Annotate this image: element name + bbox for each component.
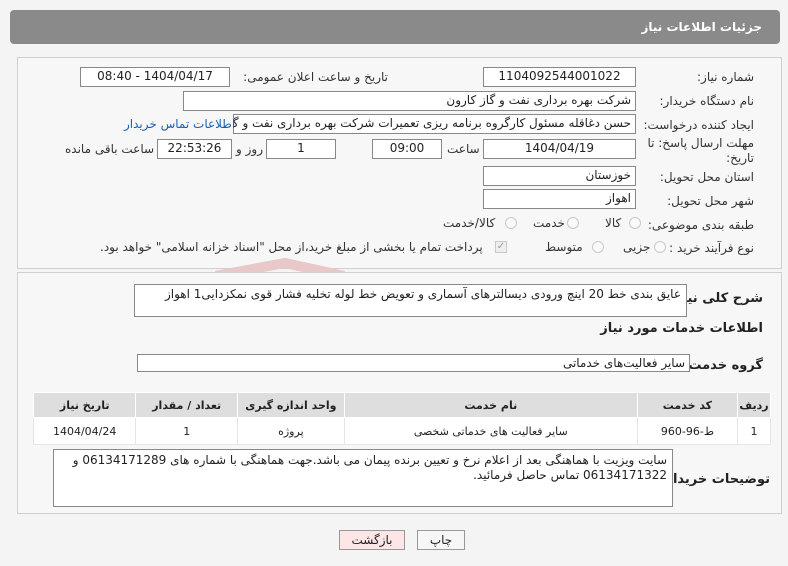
deadline-date-label: تاریخ:	[726, 151, 754, 165]
treasury-payment-checkbox[interactable]: ✓	[495, 241, 507, 253]
col-header-quantity: تعداد / مقدار	[135, 392, 239, 418]
buyer-contact-link[interactable]: اطلاعات تماس خریدار	[124, 117, 235, 131]
buyer-org-field: شرکت بهره برداری نفت و گاز کارون	[183, 91, 636, 111]
cell-row-number: 1	[737, 417, 771, 445]
col-header-unit: واحد اندازه گیری	[237, 392, 345, 418]
category-radio-service[interactable]	[567, 217, 579, 229]
process-radio-medium[interactable]	[592, 241, 604, 253]
need-info-panel	[17, 57, 782, 269]
days-remaining-field: 1	[266, 139, 336, 159]
page-title: جزئیات اطلاعات نیاز	[641, 20, 762, 34]
service-group-label: گروه خدمت:	[683, 358, 763, 373]
need-number-label: شماره نیاز:	[697, 70, 754, 84]
services-section-title: اطلاعات خدمات مورد نیاز	[600, 321, 763, 336]
col-header-need-date: تاریخ نیاز	[32, 392, 137, 418]
need-summary-field: عایق بندی خط 20 اینچ ورودی دیسالترهای آس…	[134, 284, 687, 317]
process-type-label: نوع فرآیند خرید :	[669, 241, 754, 255]
category-option-goods: کالا	[605, 216, 622, 230]
col-header-service-code: کد خدمت	[636, 392, 739, 418]
days-label: روز و	[236, 142, 263, 156]
cell-quantity: 1	[135, 417, 239, 445]
print-button[interactable]: چاپ	[417, 530, 465, 550]
category-option-service: خدمت	[533, 216, 565, 230]
remaining-time-field: 22:53:26	[157, 139, 232, 159]
city-label: شهر محل تحویل:	[667, 194, 754, 208]
table-row: 1 ط-96-960 سایر فعالیت های خدماتی شخصی پ…	[32, 417, 771, 445]
back-button[interactable]: بازگشت	[339, 530, 405, 550]
process-option-minor: جزیی	[623, 240, 651, 254]
city-field: اهواز	[483, 189, 636, 209]
category-radio-goods-service[interactable]	[505, 217, 517, 229]
deadline-label: مهلت ارسال پاسخ: تا	[647, 136, 754, 150]
page-header: جزئیات اطلاعات نیاز	[10, 10, 780, 44]
buyer-notes-label: توضیحات خریدار:	[660, 472, 770, 487]
buyer-notes-field: سایت ویزیت با هماهنگی بعد از اعلام نرخ و…	[53, 449, 673, 507]
category-radio-goods[interactable]	[629, 217, 641, 229]
services-table: ردیف کد خدمت نام خدمت واحد اندازه گیری ت…	[32, 392, 771, 445]
process-option-medium: متوسط	[545, 240, 583, 254]
cell-need-date: 1404/04/24	[32, 417, 137, 445]
cell-service-code: ط-96-960	[636, 417, 739, 445]
cell-unit: پروژه	[237, 417, 345, 445]
col-header-service-name: نام خدمت	[343, 392, 638, 418]
need-number-field: 1104092544001022	[483, 67, 636, 87]
province-field: خوزستان	[483, 166, 636, 186]
buyer-org-label: نام دستگاه خریدار:	[659, 94, 755, 108]
service-group-field: سایر فعالیت‌های خدماتی	[137, 354, 690, 372]
deadline-time-field: 09:00	[372, 139, 442, 159]
col-header-row-number: ردیف	[737, 392, 771, 418]
process-radio-minor[interactable]	[654, 241, 666, 253]
category-option-goods-service: کالا/خدمت	[443, 216, 496, 230]
category-label: طبقه بندی موضوعی:	[647, 218, 754, 232]
remaining-time-label: ساعت باقی مانده	[65, 142, 155, 156]
creator-label: ایجاد کننده درخواست:	[643, 118, 754, 132]
cell-service-name: سایر فعالیت های خدماتی شخصی	[343, 417, 638, 445]
deadline-date-field: 1404/04/19	[483, 139, 636, 159]
deadline-time-label: ساعت	[447, 142, 480, 156]
table-header-row: ردیف کد خدمت نام خدمت واحد اندازه گیری ت…	[32, 392, 771, 418]
province-label: استان محل تحویل:	[659, 170, 754, 184]
creator-field: حسن دغاقله مسئول کارگروه برنامه ریزی تعم…	[233, 114, 636, 134]
announce-datetime-field: 1404/04/17 - 08:40	[80, 67, 230, 87]
announce-datetime-label: تاریخ و ساعت اعلان عمومی:	[243, 70, 388, 84]
treasury-payment-note: پرداخت تمام یا بخشی از مبلغ خرید،از محل …	[100, 240, 483, 254]
